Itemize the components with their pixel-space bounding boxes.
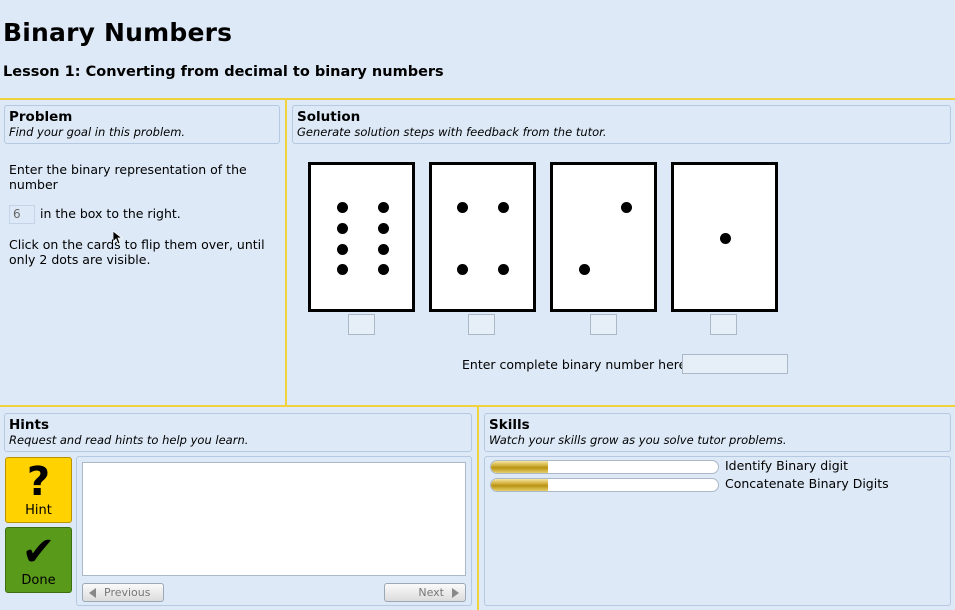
done-button-label: Done xyxy=(21,573,56,588)
skill-progress-bar xyxy=(490,460,719,474)
solution-heading: Solution xyxy=(297,109,361,125)
card-dot xyxy=(720,233,731,244)
card-dot xyxy=(457,264,468,275)
question-mark-icon: ? xyxy=(26,459,51,505)
card-digit-input-8[interactable] xyxy=(348,314,375,335)
binary-number-label: Enter complete binary number here: xyxy=(462,357,691,372)
card-digit-input-2[interactable] xyxy=(590,314,617,335)
problem-instruction-2: 6 in the box to the right. xyxy=(9,205,274,224)
problem-solution-divider xyxy=(285,98,287,406)
hints-heading: Hints xyxy=(9,417,50,433)
lesson-title: Lesson 1: Converting from decimal to bin… xyxy=(3,64,444,80)
skill-progress-bar xyxy=(490,478,719,492)
target-number: 6 xyxy=(9,205,35,224)
problem-instruction-3: Click on the cards to flip them over, un… xyxy=(9,237,265,267)
mouse-cursor-icon xyxy=(113,231,123,245)
skills-header: Skills Watch your skills grow as you sol… xyxy=(484,413,951,452)
problem-instruction-2-text: in the box to the right. xyxy=(40,206,181,221)
card-dot xyxy=(337,244,348,255)
previous-hint-button[interactable]: Previous xyxy=(82,583,164,602)
hints-subheading: Request and read hints to help you learn… xyxy=(9,433,249,447)
card-dot xyxy=(378,223,389,234)
binary-card-1[interactable] xyxy=(671,162,778,312)
skills-subheading: Watch your skills grow as you solve tuto… xyxy=(489,433,787,447)
card-dot xyxy=(337,264,348,275)
binary-card-8[interactable] xyxy=(308,162,415,312)
card-dot xyxy=(337,223,348,234)
skill-name: Concatenate Binary Digits xyxy=(725,476,889,491)
checkmark-icon: ✔ xyxy=(21,529,56,575)
card-dot xyxy=(378,264,389,275)
card-digit-input-1[interactable] xyxy=(710,314,737,335)
card-dot xyxy=(498,202,509,213)
hints-skills-divider xyxy=(477,405,479,610)
problem-instruction-1: Enter the binary representation of the n… xyxy=(9,162,247,192)
card-dot xyxy=(457,202,468,213)
skill-name: Identify Binary digit xyxy=(725,458,849,473)
next-hint-label: Next xyxy=(418,586,444,599)
card-dot xyxy=(621,202,632,213)
card-dot xyxy=(579,264,590,275)
top-divider xyxy=(0,98,955,100)
arrow-right-icon xyxy=(452,588,459,598)
binary-number-input[interactable] xyxy=(682,354,788,374)
card-dot xyxy=(498,264,509,275)
hint-button-label: Hint xyxy=(25,503,52,518)
card-digit-input-4[interactable] xyxy=(468,314,495,335)
solution-subheading: Generate solution steps with feedback fr… xyxy=(297,125,607,139)
card-dot xyxy=(337,202,348,213)
hints-header: Hints Request and read hints to help you… xyxy=(4,413,472,452)
problem-heading: Problem xyxy=(9,109,73,125)
page-title: Binary Numbers xyxy=(3,18,233,47)
skills-heading: Skills xyxy=(489,417,530,433)
binary-card-4[interactable] xyxy=(429,162,536,312)
previous-hint-label: Previous xyxy=(104,586,151,599)
binary-card-2[interactable] xyxy=(550,162,657,312)
problem-subheading: Find your goal in this problem. xyxy=(9,125,186,139)
card-dot xyxy=(378,202,389,213)
done-button[interactable]: ✔ Done xyxy=(5,527,72,593)
arrow-left-icon xyxy=(89,588,96,598)
hint-button[interactable]: ? Hint xyxy=(5,457,72,523)
solution-header: Solution Generate solution steps with fe… xyxy=(292,105,951,144)
problem-header: Problem Find your goal in this problem. xyxy=(4,105,280,144)
skill-progress-fill xyxy=(491,479,548,491)
next-hint-button[interactable]: Next xyxy=(384,583,466,602)
skill-progress-fill xyxy=(491,461,548,473)
card-dot xyxy=(378,244,389,255)
hint-text-area xyxy=(82,462,466,576)
